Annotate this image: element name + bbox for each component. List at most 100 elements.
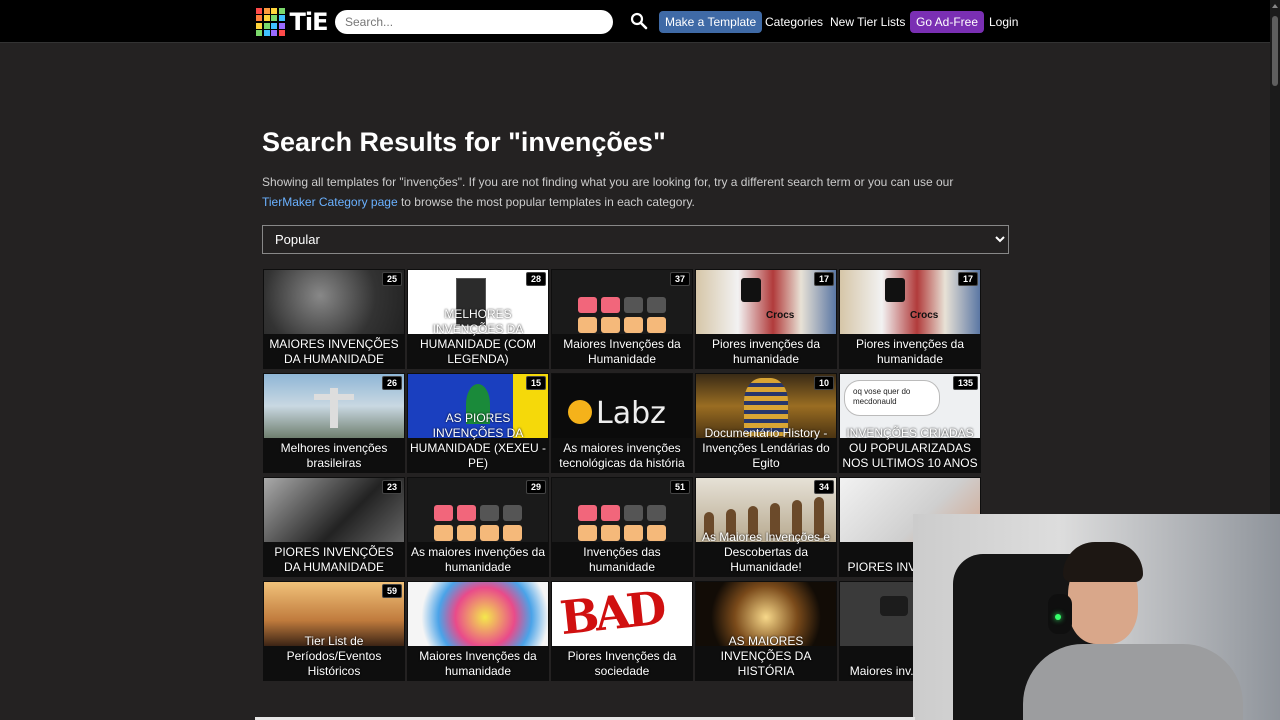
gear-icon <box>568 400 592 424</box>
template-card[interactable]: Labz As maiores invenções tecnológicas da… <box>551 373 693 473</box>
logo-square <box>278 7 285 14</box>
template-title: PIORES INVENÇÕES DA HUMANIDADE <box>274 545 394 574</box>
template-card[interactable]: 51 Invenções das humanidade <box>551 477 693 577</box>
tier-square-icon <box>601 297 620 313</box>
template-count-badge: 10 <box>813 376 834 390</box>
logo-text: TiE <box>289 8 329 36</box>
login-link[interactable]: Login <box>983 11 1024 33</box>
template-title: Maiores Invenções da humanidade <box>419 649 537 678</box>
logo-square <box>278 30 285 37</box>
results-grid: 25 MAIORES INVENÇÕES DA HUMANIDADE 28 MELHO… <box>263 269 981 681</box>
logo-square <box>271 30 277 37</box>
tier-square-icon <box>601 525 620 541</box>
scrollbar-thumb[interactable] <box>1272 16 1278 86</box>
category-page-link[interactable]: TierMaker Category page <box>262 195 398 209</box>
template-card[interactable]: BAD Piores Invenções da sociedade <box>551 581 693 681</box>
template-count-badge: 37 <box>669 272 690 286</box>
template-card[interactable]: oq vose quer do mecdonauld 135 INVENÇÕES C… <box>839 373 981 473</box>
tier-square-icon <box>601 317 620 333</box>
template-count-badge: 34 <box>813 480 834 494</box>
template-card[interactable]: 28 MELHORES INVENÇÕES DA HUMANIDADE (COM … <box>407 269 549 369</box>
template-title: Melhores invenções brasileiras <box>280 441 388 470</box>
template-card[interactable]: 59 Tier List de Períodos/Eventos Históric… <box>263 581 405 681</box>
template-title: Invenções das humanidade <box>583 545 661 574</box>
tier-square-icon <box>578 297 597 313</box>
template-card[interactable]: Crocs 17 Piores invenções da humanidade <box>695 269 837 369</box>
thumbnail-caption: Crocs <box>910 310 939 321</box>
template-count-badge: 17 <box>957 272 978 286</box>
scroll-up-icon[interactable] <box>1272 4 1278 8</box>
logo-square <box>263 7 270 14</box>
logo-square <box>271 7 277 14</box>
tier-square-icon <box>624 505 643 521</box>
mug-icon <box>885 278 905 302</box>
labz-logo-text: Labz <box>596 396 666 431</box>
tier-square-icon <box>647 525 666 541</box>
template-card[interactable]: Maiores Invenções da humanidade <box>407 581 549 681</box>
template-card[interactable]: 10 Documentário History - Invenções Lendá… <box>695 373 837 473</box>
template-title: Tier List de Períodos/Eventos Históricos <box>286 634 382 678</box>
logo-square <box>278 15 285 22</box>
template-thumbnail: BAD <box>552 582 692 646</box>
template-count-badge: 29 <box>525 480 546 494</box>
tiermaker-logo[interactable]: TiE <box>256 7 329 37</box>
search-input[interactable] <box>335 10 613 34</box>
go-ad-free-button[interactable]: Go Ad-Free <box>910 11 985 33</box>
template-title: AS PIORES INVENÇÕES DA HUMANIDADE (XEXEU… <box>409 411 546 470</box>
template-card[interactable]: 37 Maiores Invenções da Humanidade <box>551 269 693 369</box>
tier-square-icon <box>457 505 476 521</box>
logo-square <box>263 30 270 37</box>
template-thumbnail: Labz <box>552 374 692 438</box>
search-description: Showing all templates for "invenções". I… <box>262 172 1008 212</box>
tier-square-icon <box>578 525 597 541</box>
template-count-badge: 17 <box>813 272 834 286</box>
template-count-badge: 25 <box>381 272 402 286</box>
template-title: Documentário History - Invenções Lendári… <box>702 426 830 470</box>
template-count-badge: 51 <box>669 480 690 494</box>
logo-square <box>263 15 270 22</box>
nav-categories-link[interactable]: Categories <box>759 11 829 33</box>
description-text: Showing all templates for "invenções". I… <box>262 175 954 189</box>
thumbnail-caption: Crocs <box>766 310 795 321</box>
template-title: As maiores invenções da humanidade <box>410 545 546 574</box>
nav-new-tier-lists-link[interactable]: New Tier Lists <box>824 11 911 33</box>
template-count-badge: 23 <box>381 480 402 494</box>
tier-square-icon <box>503 505 522 521</box>
make-template-button[interactable]: Make a Template <box>659 11 763 33</box>
tier-square-icon <box>578 505 597 521</box>
tier-square-icon <box>480 505 499 521</box>
template-title: Piores invenções da humanidade <box>855 337 965 366</box>
streamer-body <box>1023 644 1243 720</box>
tier-square-icon <box>434 505 453 521</box>
tier-square-icon <box>647 297 666 313</box>
template-count-badge: 15 <box>525 376 546 390</box>
template-title: As maiores invenções tecnológicas da his… <box>559 441 685 470</box>
top-navigation-bar: TiE Make a Template Categories New Tier … <box>0 0 1270 43</box>
sort-select[interactable]: Popular <box>262 225 1009 254</box>
logo-square <box>256 30 262 37</box>
template-card[interactable]: Crocs 17 Piores invenções da humanidade <box>839 269 981 369</box>
search-icon[interactable] <box>630 12 648 30</box>
logo-square <box>271 15 277 22</box>
tier-square-icon <box>434 525 453 541</box>
template-card[interactable]: 34 As Maiores Invenções e Descobertas da … <box>695 477 837 577</box>
tier-square-icon <box>578 317 597 333</box>
template-card[interactable]: 29 As maiores invenções da humanidade <box>407 477 549 577</box>
template-card[interactable]: 15 AS PIORES INVENÇÕES DA HUMANIDADE (XEX… <box>407 373 549 473</box>
template-card[interactable]: 23 PIORES INVENÇÕES DA HUMANIDADE <box>263 477 405 577</box>
tier-square-icon <box>457 525 476 541</box>
template-card[interactable]: 26 Melhores invenções brasileiras <box>263 373 405 473</box>
template-count-badge: 26 <box>381 376 402 390</box>
tier-square-icon <box>624 525 643 541</box>
headset-led <box>1055 614 1061 620</box>
mug-icon <box>741 278 761 302</box>
tier-square-icon <box>624 297 643 313</box>
logo-square <box>263 22 270 29</box>
template-title: MAIORES INVENÇÕES DA HUMANIDADE <box>269 337 399 366</box>
template-title: INVENÇÕES CRIADAS OU POPULARIZADAS NOS U… <box>842 426 978 470</box>
template-card[interactable]: AS MAIORES INVENÇÕES DA HISTÓRIA <box>695 581 837 681</box>
description-text-suffix: to browse the most popular templates in … <box>397 195 695 209</box>
tier-square-icon <box>624 317 643 333</box>
template-count-badge: 135 <box>952 376 978 390</box>
template-card[interactable]: 25 MAIORES INVENÇÕES DA HUMANIDADE <box>263 269 405 369</box>
